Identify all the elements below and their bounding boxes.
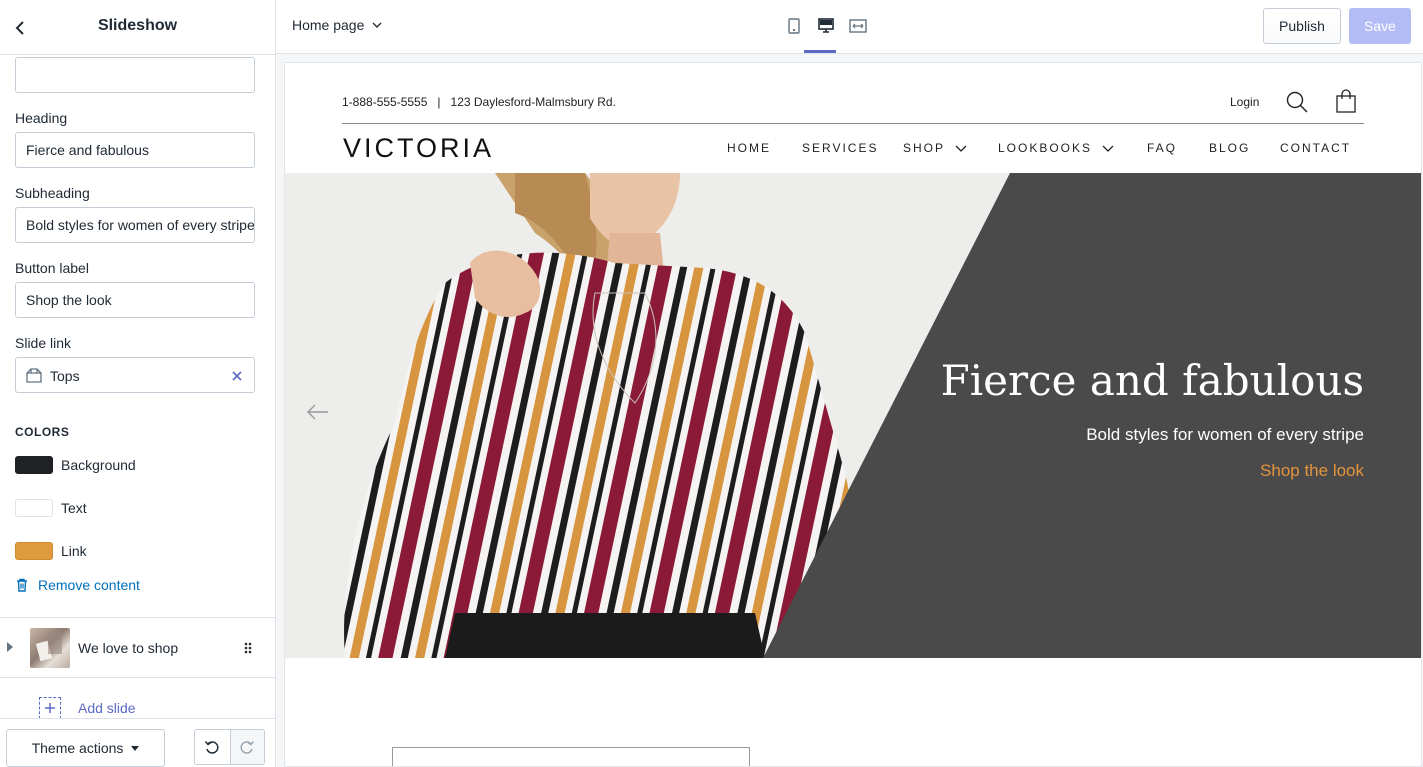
- nav-contact[interactable]: CONTACT: [1280, 141, 1351, 155]
- background-swatch[interactable]: [15, 456, 53, 474]
- chevron-down-icon: [955, 145, 967, 152]
- button-label-label: Button label: [15, 260, 89, 276]
- close-icon: [232, 371, 242, 381]
- store-contact-line: 1-888-555-5555 | 123 Daylesford-Malmsbur…: [342, 95, 616, 109]
- heading-input[interactable]: Fierce and fabulous: [15, 132, 255, 168]
- clear-link-button[interactable]: [228, 367, 246, 385]
- chevron-down-icon: [1102, 145, 1114, 152]
- mobile-view-button[interactable]: [778, 15, 810, 37]
- hero-button-link[interactable]: Shop the look: [1260, 461, 1364, 481]
- page-selector-label: Home page: [292, 17, 365, 33]
- desktop-view-button[interactable]: [810, 15, 842, 37]
- collection-icon: [26, 368, 42, 383]
- add-slide-label: Add slide: [78, 700, 136, 716]
- theme-actions-button[interactable]: Theme actions: [6, 729, 165, 767]
- heading-label: Heading: [15, 110, 68, 126]
- editor-topbar: Home page Publish Save: [276, 0, 1423, 54]
- active-view-indicator: [804, 50, 836, 53]
- undo-button[interactable]: [195, 730, 230, 764]
- slide-title: We love to shop: [78, 640, 179, 656]
- subheading-label: Subheading: [15, 185, 90, 201]
- page-selector[interactable]: Home page: [292, 17, 382, 33]
- theme-editor: Slideshow Heading Fierce and fabulous Su…: [0, 0, 1423, 767]
- color-label: Background: [61, 457, 136, 473]
- publish-button[interactable]: Publish: [1263, 8, 1341, 44]
- drag-handle-icon[interactable]: [244, 642, 252, 654]
- sidebar: Slideshow Heading Fierce and fabulous Su…: [0, 0, 276, 767]
- nav-services[interactable]: SERVICES: [802, 141, 878, 155]
- save-button[interactable]: Save: [1349, 8, 1411, 44]
- redo-button[interactable]: [229, 730, 264, 764]
- add-icon: [39, 697, 61, 719]
- color-label: Link: [61, 543, 87, 559]
- store-preview: 1-888-555-5555 | 123 Daylesford-Malmsbur…: [284, 62, 1422, 767]
- nav-faq[interactable]: FAQ: [1147, 141, 1177, 155]
- desktop-icon: [818, 18, 834, 33]
- nav-home[interactable]: HOME: [727, 141, 771, 155]
- chevron-down-icon: [372, 22, 382, 28]
- sidebar-footer: Theme actions: [0, 718, 275, 767]
- nav-shop[interactable]: SHOP: [903, 141, 967, 155]
- nav-blog[interactable]: BLOG: [1209, 141, 1250, 155]
- color-background[interactable]: Background: [15, 456, 136, 474]
- redo-icon: [240, 741, 255, 754]
- hero-slideshow: Fierce and fabulous Bold styles for wome…: [285, 173, 1421, 658]
- nav-lookbooks[interactable]: LOOKBOOKS: [998, 141, 1114, 155]
- fullscreen-view-button[interactable]: [842, 15, 874, 37]
- caret-right-icon[interactable]: [7, 642, 13, 652]
- slide-link-value: Tops: [50, 368, 80, 384]
- shopping-bag-icon[interactable]: [1336, 89, 1356, 113]
- remove-content-button[interactable]: Remove content: [15, 577, 140, 593]
- previous-field-input[interactable]: [15, 57, 255, 93]
- text-swatch[interactable]: [15, 499, 53, 517]
- undo-icon: [205, 741, 219, 754]
- colors-heading: COLORS: [15, 425, 70, 439]
- nav-shop-label: SHOP: [903, 141, 946, 155]
- link-swatch[interactable]: [15, 542, 53, 560]
- hero-dark-panel: [763, 173, 1421, 658]
- history-group: [194, 729, 265, 765]
- preview-area: 1-888-555-5555 | 123 Daylesford-Malmsbur…: [276, 54, 1423, 767]
- color-label: Text: [61, 500, 87, 516]
- store-login-link[interactable]: Login: [1230, 95, 1259, 109]
- nav-lookbooks-label: LOOKBOOKS: [998, 141, 1093, 155]
- arrow-left-icon[interactable]: [307, 404, 329, 420]
- hero-subheading: Bold styles for women of every stripe: [1086, 425, 1364, 444]
- sidebar-title: Slideshow: [97, 17, 178, 34]
- store-logo[interactable]: VICTORIA: [343, 133, 494, 164]
- slide-link-label: Slide link: [15, 335, 72, 351]
- next-section-box: [392, 747, 750, 766]
- remove-content-label: Remove content: [38, 577, 140, 593]
- button-label-input[interactable]: Shop the look: [15, 282, 255, 318]
- search-icon[interactable]: [1285, 90, 1309, 114]
- color-text[interactable]: Text: [15, 499, 87, 517]
- color-link[interactable]: Link: [15, 542, 87, 560]
- theme-actions-label: Theme actions: [31, 740, 124, 756]
- caret-down-icon: [131, 745, 140, 751]
- mobile-icon: [788, 18, 800, 34]
- sidebar-header: Slideshow: [0, 0, 275, 55]
- hero-heading: Fierce and fabulous: [940, 356, 1364, 405]
- slide-thumbnail: [30, 628, 70, 668]
- viewport-switcher: [778, 15, 874, 37]
- slide-list-item[interactable]: We love to shop: [0, 617, 275, 678]
- expand-icon: [849, 19, 867, 33]
- header-divider: [342, 123, 1364, 124]
- subheading-input[interactable]: Bold styles for women of every stripe: [15, 207, 255, 243]
- trash-icon: [17, 578, 27, 592]
- slide-link-field[interactable]: Tops: [15, 357, 255, 393]
- add-slide-button[interactable]: Add slide: [39, 697, 136, 719]
